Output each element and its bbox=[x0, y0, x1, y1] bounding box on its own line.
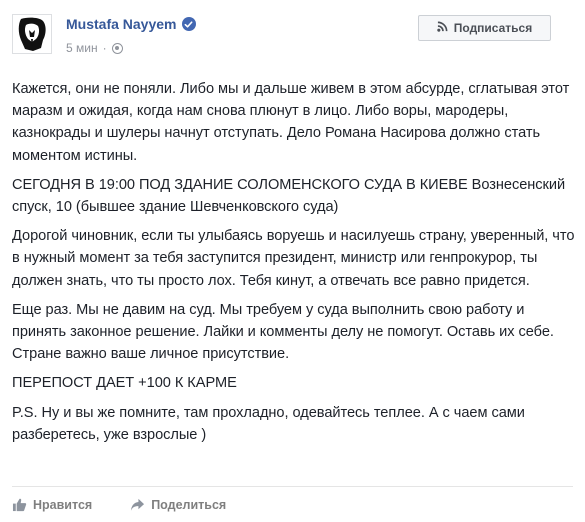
post-paragraph: СЕГОДНЯ В 19:00 ПОД ЗДАНИЕ СОЛОМЕНСКОГО … bbox=[12, 176, 566, 216]
share-icon bbox=[131, 498, 145, 511]
meta-separator: · bbox=[102, 41, 107, 55]
post-timestamp[interactable]: 5 мин bbox=[66, 41, 98, 55]
subscribe-button[interactable]: Подписаться bbox=[418, 15, 551, 41]
subscribe-label: Подписаться bbox=[453, 21, 533, 35]
avatar-portrait-icon bbox=[13, 15, 51, 53]
like-icon bbox=[12, 498, 27, 511]
like-button[interactable]: Нравится bbox=[12, 498, 92, 512]
globe-icon[interactable] bbox=[111, 42, 123, 54]
share-label: Поделиться bbox=[151, 497, 227, 512]
author-name-text[interactable]: Mustafa Nayyem bbox=[66, 16, 177, 32]
avatar[interactable] bbox=[12, 14, 52, 54]
author-name[interactable]: Mustafa Nayyem bbox=[66, 16, 196, 32]
post-paragraph: Еще раз. Мы не давим на суд. Мы требуем … bbox=[12, 301, 554, 363]
facebook-post: Mustafa Nayyem 5 мин · Подписаться Кажет… bbox=[0, 0, 585, 522]
verified-icon bbox=[181, 17, 196, 31]
share-button[interactable]: Поделиться bbox=[130, 498, 226, 512]
post-paragraph: P.S. Ну и вы же помните, там прохладно, … bbox=[12, 404, 525, 443]
post-meta: 5 мин · bbox=[66, 41, 123, 55]
post-paragraph: Кажется, они не поняли. Либо мы и дальше… bbox=[12, 81, 570, 164]
rss-icon bbox=[437, 21, 448, 35]
post-paragraph: ПЕРЕПОСТ ДАЕТ +100 К КАРМЕ bbox=[12, 375, 237, 392]
post-paragraph: Дорогой чиновник, если ты улыбаясь воруе… bbox=[12, 228, 575, 289]
post-body: Кажется, они не поняли. Либо мы и дальше… bbox=[12, 78, 577, 449]
like-label: Нравится bbox=[33, 497, 93, 512]
post-actions-bar: Нравится Поделиться bbox=[12, 486, 573, 522]
